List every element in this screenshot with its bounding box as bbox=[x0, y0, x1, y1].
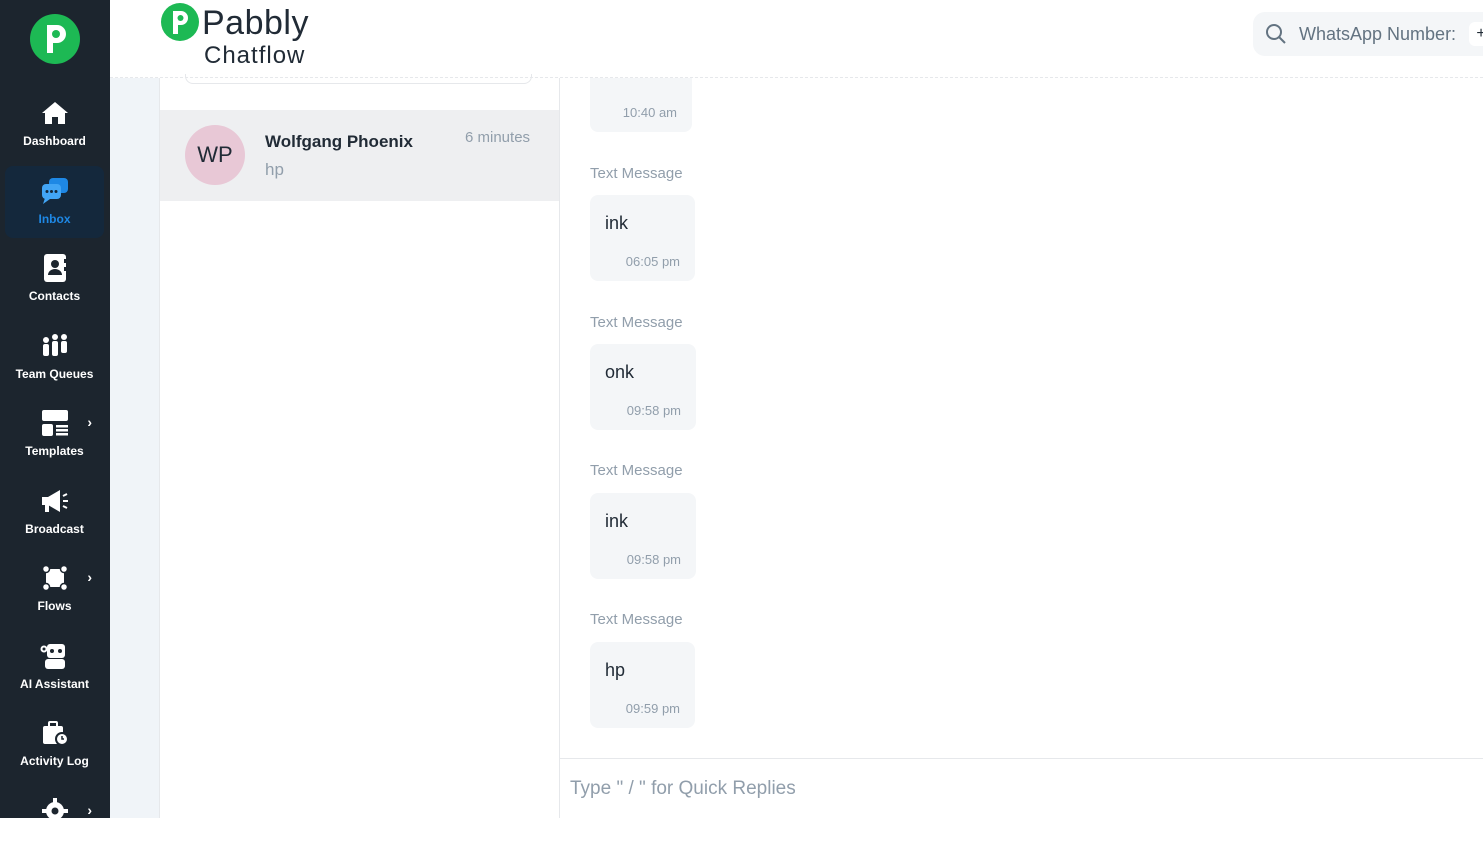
template-icon bbox=[40, 408, 70, 438]
message-text: ink bbox=[605, 213, 629, 233]
sidebar-item-settings[interactable]: › bbox=[5, 786, 104, 858]
message-text: hp bbox=[605, 660, 626, 680]
message-type-label: Text Message bbox=[590, 462, 683, 479]
message-time: 09:59 pm bbox=[625, 701, 680, 716]
sidebar-item-team-queues[interactable]: Team Queues bbox=[5, 321, 104, 393]
message-time: 09:58 pm bbox=[626, 403, 681, 418]
chevron-right-icon: › bbox=[87, 569, 92, 585]
contact-book-icon bbox=[40, 253, 70, 283]
conversation-item[interactable]: WP Wolfgang Phoenix hp 6 minutes bbox=[160, 110, 559, 201]
conversation-search-input[interactable] bbox=[185, 74, 532, 84]
sidebar-item-flows[interactable]: Flows › bbox=[5, 553, 104, 625]
message-type-label: Text Message bbox=[590, 611, 683, 628]
message-text: ink bbox=[605, 78, 628, 83]
home-icon bbox=[40, 98, 70, 128]
message-text: onk bbox=[605, 362, 635, 382]
sidebar-item-broadcast[interactable]: Broadcast bbox=[5, 476, 104, 548]
chat-messages: ink 10:40 am Text Message ink 06:05 pm T… bbox=[560, 78, 1483, 758]
message-bubble: ink 10:40 am bbox=[590, 78, 692, 132]
message-time: 09:58 pm bbox=[626, 552, 681, 567]
message-type-label: Text Message bbox=[590, 165, 683, 182]
message-time: 06:05 pm bbox=[625, 254, 680, 269]
robot-icon bbox=[40, 641, 70, 671]
message-bubble: onk 09:58 pm bbox=[590, 344, 696, 430]
country-code-button[interactable]: + bbox=[1469, 22, 1483, 46]
sidebar-item-activity-log[interactable]: Activity Log bbox=[5, 708, 104, 780]
whatsapp-number-search[interactable]: WhatsApp Number: + bbox=[1253, 12, 1483, 56]
avatar: WP bbox=[185, 125, 245, 185]
pabbly-logo-icon bbox=[161, 3, 199, 41]
app-logo[interactable] bbox=[30, 14, 80, 64]
sidebar-item-label: Templates bbox=[25, 444, 84, 458]
sidebar-item-label: Inbox bbox=[38, 212, 71, 226]
message-type-label: Text Message bbox=[590, 314, 683, 331]
sidebar-item-dashboard[interactable]: Dashboard bbox=[5, 88, 104, 160]
message-input-placeholder: Type " / " for Quick Replies bbox=[570, 778, 796, 799]
sidebar: Dashboard Inbox Contacts Team Queues Tem… bbox=[0, 0, 110, 824]
message-bubble: ink 06:05 pm bbox=[590, 195, 695, 281]
message-composer[interactable]: Type " / " for Quick Replies bbox=[560, 758, 1483, 818]
last-message-preview: hp bbox=[265, 160, 284, 179]
brand-name: Pabbly bbox=[202, 4, 309, 42]
chevron-right-icon: › bbox=[87, 414, 92, 430]
sidebar-item-contacts[interactable]: Contacts bbox=[5, 243, 104, 315]
megaphone-icon bbox=[40, 486, 70, 516]
sidebar-item-label: AI Assistant bbox=[20, 677, 89, 691]
sidebar-item-label: Team Queues bbox=[15, 367, 94, 381]
gear-icon bbox=[40, 796, 70, 826]
conversation-list: WP Wolfgang Phoenix hp 6 minutes bbox=[160, 74, 560, 818]
message-text: ink bbox=[605, 511, 629, 531]
whatsapp-number-label: WhatsApp Number: bbox=[1299, 24, 1457, 44]
message-bubble: ink 09:58 pm bbox=[590, 493, 696, 579]
message-time: 10:40 am bbox=[622, 105, 677, 120]
sidebar-item-label: Dashboard bbox=[23, 134, 86, 148]
sidebar-item-label: Contacts bbox=[28, 289, 81, 303]
brand-subtitle: Chatflow bbox=[204, 42, 306, 69]
team-icon bbox=[40, 331, 70, 361]
flow-icon bbox=[40, 563, 70, 593]
search-icon bbox=[1266, 24, 1286, 44]
sidebar-item-label: Flows bbox=[37, 599, 72, 613]
sidebar-item-label: Activity Log bbox=[20, 754, 89, 768]
message-bubble: hp 09:59 pm bbox=[590, 642, 695, 728]
chevron-right-icon: › bbox=[87, 802, 92, 818]
contact-name: Wolfgang Phoenix bbox=[265, 132, 413, 151]
sidebar-item-label: Broadcast bbox=[25, 522, 84, 536]
left-gutter bbox=[110, 78, 160, 818]
last-message-time: 6 minutes bbox=[465, 129, 531, 146]
chat-bubbles-icon bbox=[40, 176, 70, 206]
sidebar-item-ai-assistant[interactable]: AI Assistant bbox=[5, 631, 104, 703]
top-header: Pabbly Chatflow WhatsApp Number: + bbox=[110, 0, 1483, 78]
sidebar-item-templates[interactable]: Templates › bbox=[5, 398, 104, 470]
sidebar-item-inbox[interactable]: Inbox bbox=[5, 166, 104, 238]
briefcase-clock-icon bbox=[40, 718, 70, 748]
